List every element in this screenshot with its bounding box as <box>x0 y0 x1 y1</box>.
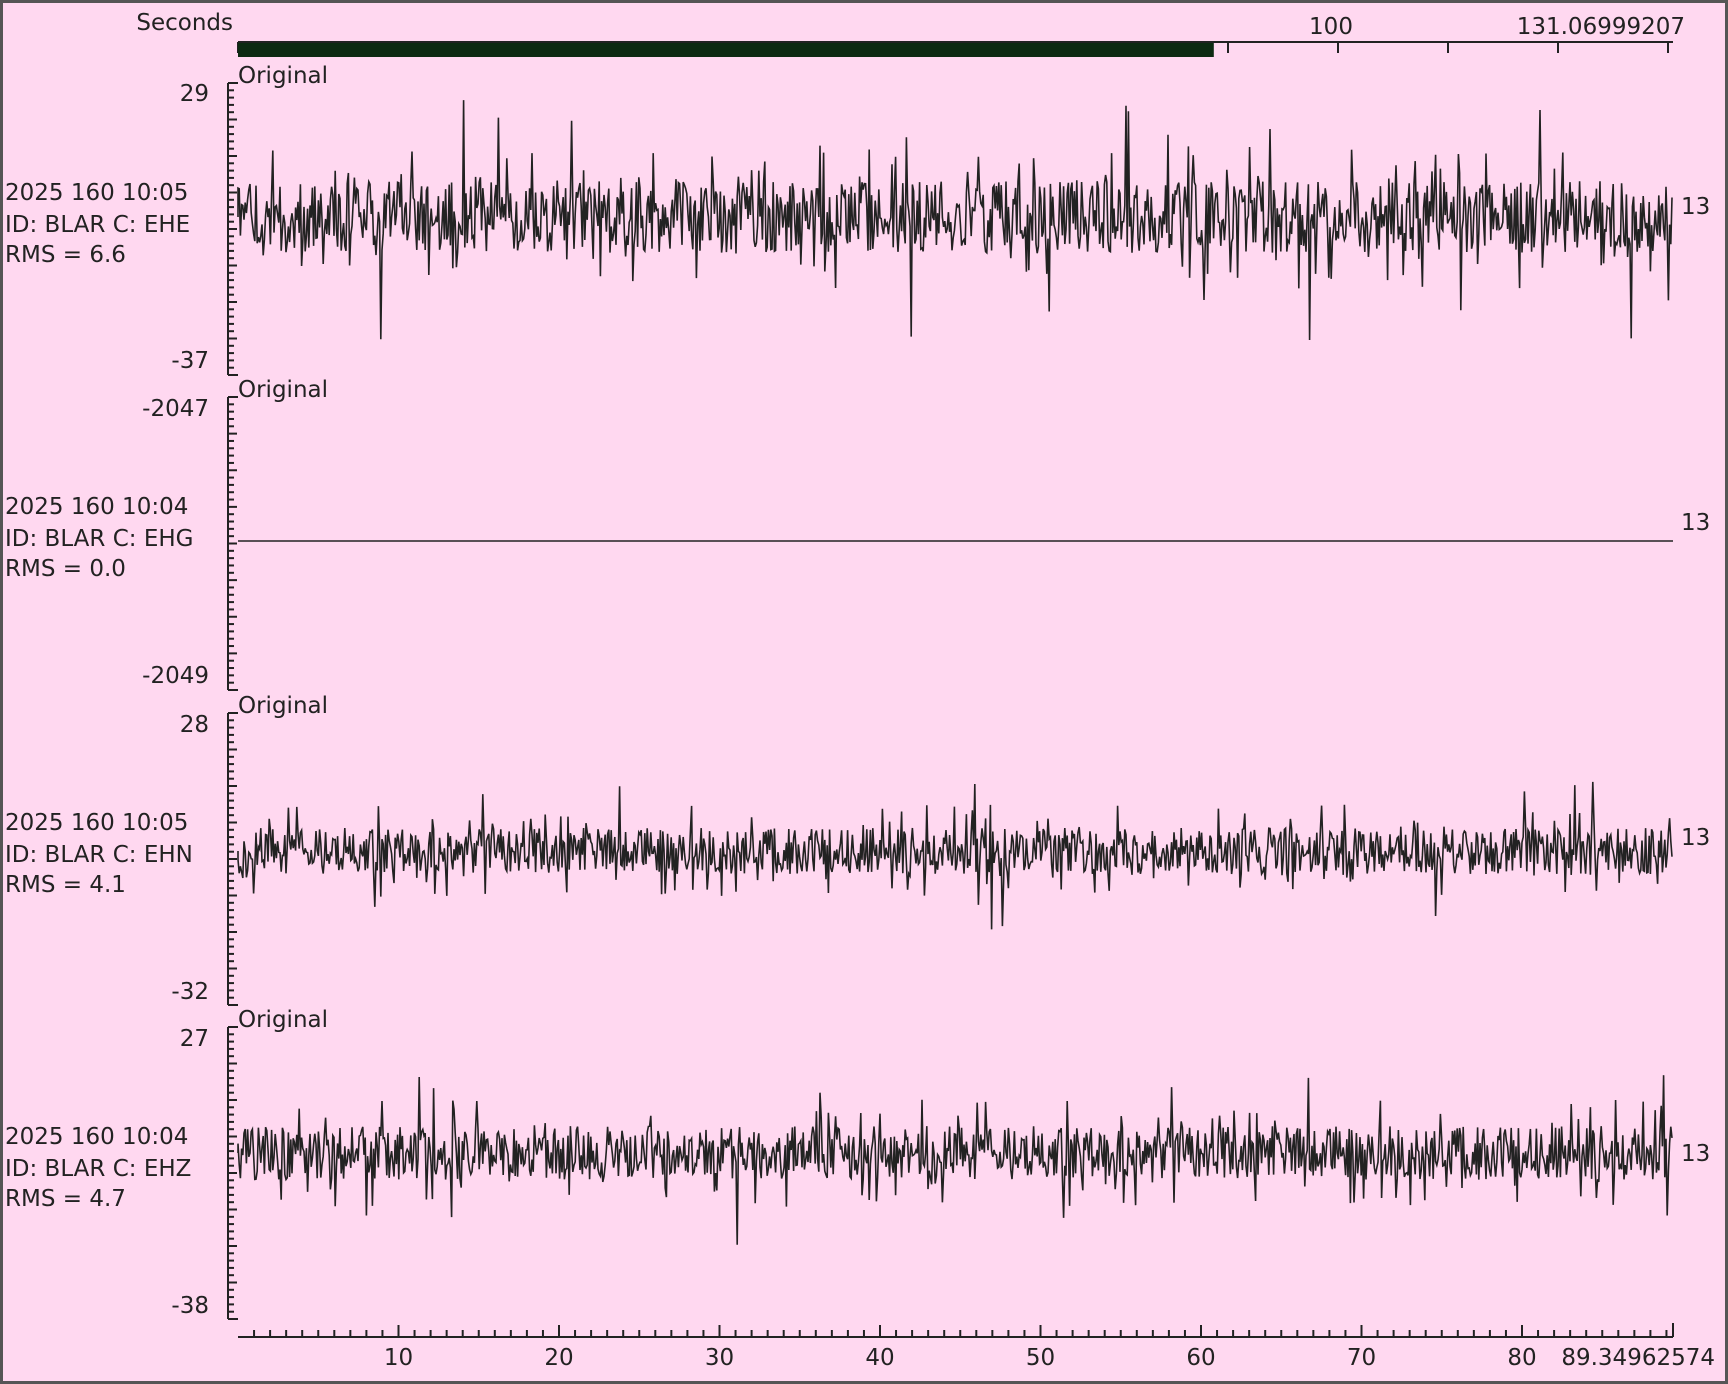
trace-panel-ehg[interactable]: Original -2047 -2049 2025 160 10:04 ID: … <box>5 377 1710 691</box>
bottom-axis-label: 10 <box>384 1345 413 1371</box>
panel-title: Original <box>238 63 328 89</box>
y-axis <box>227 396 238 691</box>
bottom-axis-label: 30 <box>705 1345 734 1371</box>
time-scroll-thumb[interactable] <box>238 43 1214 57</box>
trace-panel-ehe[interactable]: Original 29 -37 2025 160 10:05 ID: BLAR … <box>5 63 1710 376</box>
seismogram-viewer[interactable]: Seconds 100 131.06999207 Original 29 -37… <box>3 3 1725 1381</box>
y-axis <box>227 712 238 1006</box>
y-axis <box>227 82 238 376</box>
bottom-axis-label: 80 <box>1507 1345 1536 1371</box>
top-time-axis: Seconds 100 131.06999207 <box>136 10 1685 57</box>
seconds-axis-title: Seconds <box>136 10 233 36</box>
y-min-label: -37 <box>171 348 209 374</box>
trace-start-time: 2025 160 10:04 <box>5 494 188 520</box>
bottom-axis-label: 40 <box>865 1345 894 1371</box>
waveform-trace <box>237 100 1673 341</box>
trace-channel-id: ID: BLAR C: EHN <box>5 842 193 868</box>
bottom-axis-label: 20 <box>544 1345 573 1371</box>
trace-channel-id: ID: BLAR C: EHG <box>5 526 193 552</box>
trace-start-time: 2025 160 10:05 <box>5 180 188 206</box>
trace-start-time: 2025 160 10:04 <box>5 1124 188 1150</box>
bottom-axis-labels: 10 20 30 40 50 60 70 80 89.34962574 <box>384 1345 1715 1371</box>
trace-rms: RMS = 0.0 <box>5 556 126 582</box>
panel-title: Original <box>238 693 328 719</box>
y-axis <box>227 1026 238 1320</box>
trace-gain-label: 13 <box>1681 510 1710 536</box>
trace-rms: RMS = 4.1 <box>5 872 126 898</box>
y-max-label: 29 <box>180 81 209 107</box>
waveform-trace <box>237 781 1673 930</box>
panel-title: Original <box>238 1007 328 1033</box>
waveform-trace <box>237 1075 1673 1245</box>
trace-channel-id: ID: BLAR C: EHE <box>5 212 190 238</box>
seismogram-window: Seconds 100 131.06999207 Original 29 -37… <box>0 0 1728 1384</box>
trace-gain-label: 13 <box>1681 194 1710 220</box>
trace-rms: RMS = 4.7 <box>5 1186 126 1212</box>
y-max-label: 28 <box>180 712 209 738</box>
bottom-axis-ticks <box>253 1323 1674 1337</box>
y-min-label: -32 <box>171 979 209 1005</box>
top-axis-end-label: 131.06999207 <box>1517 14 1685 40</box>
trace-start-time: 2025 160 10:05 <box>5 810 188 836</box>
bottom-axis-label: 70 <box>1347 1345 1376 1371</box>
bottom-axis-label: 50 <box>1026 1345 1055 1371</box>
trace-channel-id: ID: BLAR C: EHZ <box>5 1156 191 1182</box>
top-axis-tick-label: 100 <box>1309 14 1353 40</box>
y-min-label: -2049 <box>142 663 209 689</box>
bottom-time-axis: 10 20 30 40 50 60 70 80 89.34962574 <box>238 1323 1715 1371</box>
y-min-label: -38 <box>171 1293 209 1319</box>
trace-gain-label: 13 <box>1681 1141 1710 1167</box>
trace-panel-ehn[interactable]: Original 28 -32 2025 160 10:05 ID: BLAR … <box>5 693 1710 1006</box>
bottom-axis-label: 60 <box>1186 1345 1215 1371</box>
trace-rms: RMS = 6.6 <box>5 242 126 268</box>
panel-title: Original <box>238 377 328 403</box>
trace-gain-label: 13 <box>1681 825 1710 851</box>
trace-panel-ehz[interactable]: Original 27 -38 2025 160 10:04 ID: BLAR … <box>5 1007 1710 1320</box>
y-max-label: -2047 <box>142 396 209 422</box>
bottom-axis-label: 89.34962574 <box>1561 1345 1715 1371</box>
y-max-label: 27 <box>180 1026 209 1052</box>
